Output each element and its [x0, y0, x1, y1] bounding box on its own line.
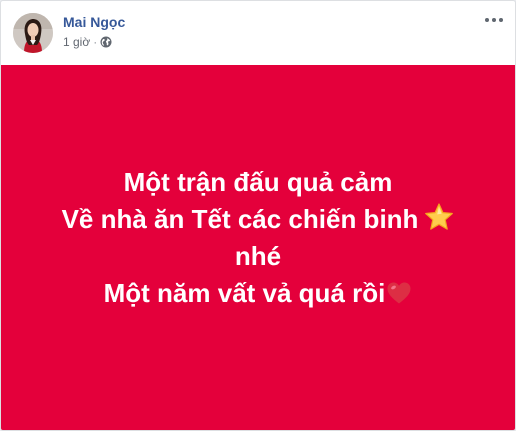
status-line-3: nhé — [234, 240, 282, 271]
red-heart-emoji-icon — [386, 278, 412, 303]
status-line-4-text: Một năm vất vả quá rồi — [103, 277, 386, 308]
globe-icon[interactable] — [100, 36, 112, 48]
status-line-1: Một trận đấu quả cảm — [123, 166, 393, 197]
status-text: Một trận đấu quả cảm Về nhà ăn Tết các c… — [62, 164, 455, 312]
status-line-2: Về nhà ăn Tết các chiến binh — [62, 201, 455, 238]
avatar-photo — [13, 13, 53, 53]
meta-separator: · — [93, 35, 98, 49]
status-line-4: Một năm vất vả quá rồi — [62, 275, 455, 312]
more-options-icon[interactable] — [483, 13, 505, 27]
author-name[interactable]: Mai Ngọc — [63, 14, 125, 30]
status-background-card: Một trận đấu quả cảm Về nhà ăn Tết các c… — [1, 65, 515, 430]
facebook-post: Mai Ngọc 1 giờ · Một trận đấu quả cảm Về… — [0, 0, 516, 431]
post-header: Mai Ngọc 1 giờ · — [1, 1, 515, 65]
post-timestamp[interactable]: 1 giờ — [63, 35, 90, 49]
post-meta: 1 giờ · — [63, 35, 112, 49]
status-line-2-text: Về nhà ăn Tết các chiến binh — [61, 203, 419, 234]
star-emoji-icon — [424, 202, 454, 232]
author-avatar[interactable] — [13, 13, 53, 53]
